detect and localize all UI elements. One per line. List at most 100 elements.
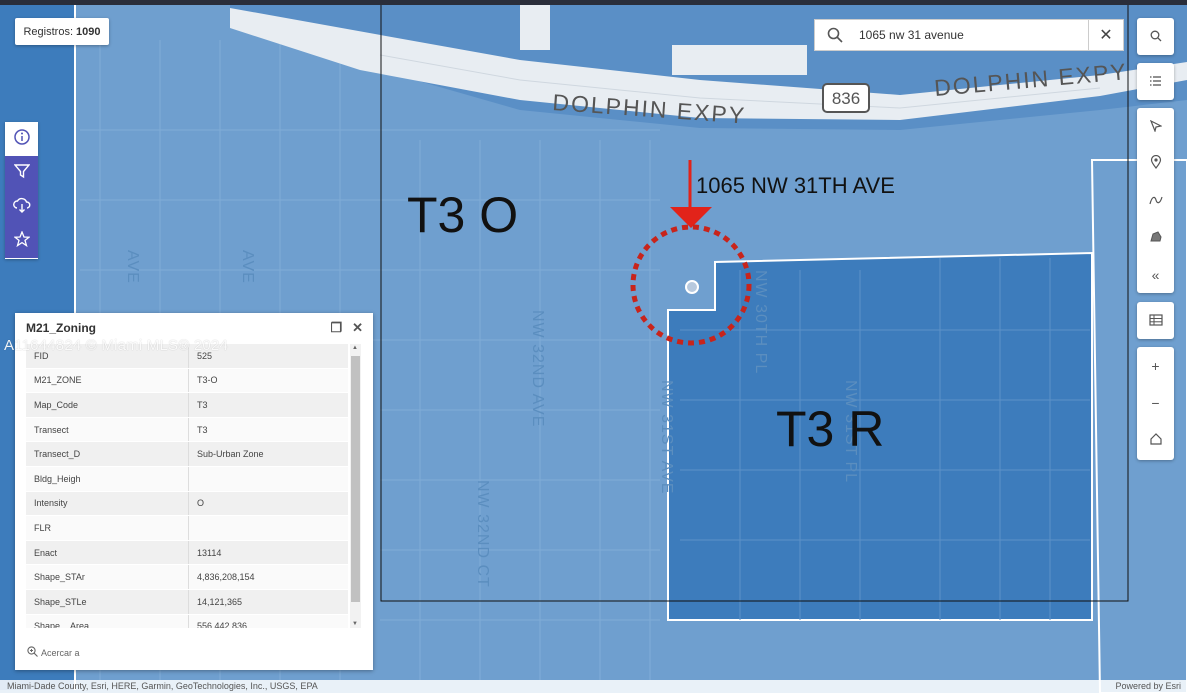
close-icon[interactable]: ✕ xyxy=(352,320,363,336)
zoom-to-label: Acercar a xyxy=(41,647,80,658)
popup-title: M21_Zoning xyxy=(26,321,97,335)
right-toolbar-table xyxy=(1137,302,1174,339)
field-name: Shape_STLe xyxy=(26,589,189,614)
top-bar xyxy=(0,0,1187,5)
info-button[interactable] xyxy=(5,122,38,156)
street-label: NW 31ST AVE xyxy=(658,380,675,494)
zoom-in-icon xyxy=(27,646,38,659)
location-marker[interactable] xyxy=(685,280,699,294)
table-row: Map_Code T3 xyxy=(26,393,348,418)
table-row: M21_ZONE T3-O xyxy=(26,368,348,394)
street-label: NW 30TH PL xyxy=(752,270,769,374)
field-value: 14,121,365 xyxy=(197,596,243,607)
minus-icon: − xyxy=(1151,394,1160,411)
filter-icon xyxy=(12,163,31,184)
attribute-table: FID 525 M21_ZONE T3-O Map_Code T3 Transect T… xyxy=(26,344,348,628)
zone-label-right: T3 R xyxy=(776,401,885,457)
collapse-icon: « xyxy=(1151,266,1160,283)
search-input[interactable] xyxy=(855,21,1088,49)
field-name: Transect xyxy=(26,417,189,442)
field-name: Shape__Area xyxy=(26,614,189,628)
search-icon xyxy=(815,20,855,50)
street-label: NW 32ND CT xyxy=(474,480,491,588)
feature-popup: M21_Zoning ❐ ✕ FID 525 M21_ZONE T3-O Map_C… xyxy=(15,313,373,670)
navigate-button[interactable] xyxy=(1137,108,1174,145)
road-shield-text: 836 xyxy=(832,89,860,108)
navigate-icon xyxy=(1149,119,1163,135)
right-toolbar-zoom: + − xyxy=(1137,347,1174,460)
right-toolbar-tools: « xyxy=(1137,108,1174,293)
plus-icon: + xyxy=(1151,357,1160,374)
field-value xyxy=(189,467,348,491)
left-toolbar xyxy=(5,122,38,259)
records-counter: Registros: 1090 xyxy=(15,18,109,45)
search-box[interactable]: ✕ xyxy=(814,19,1124,51)
field-name: Enact xyxy=(26,540,189,565)
table-row: FLR xyxy=(26,516,348,541)
layer-list-button[interactable] xyxy=(1137,63,1174,100)
field-value: 4,836,208,154 xyxy=(197,572,255,583)
table-row: Enact 13114 xyxy=(26,540,348,566)
collapse-button[interactable]: « xyxy=(1137,256,1174,293)
table-icon xyxy=(1148,313,1163,329)
pin-icon xyxy=(1150,154,1162,172)
field-value: T3 xyxy=(197,399,208,410)
table-row: Intensity O xyxy=(26,491,348,517)
table-row: Transect T3 xyxy=(26,417,348,443)
measure-button[interactable] xyxy=(1137,182,1174,219)
field-value: 556,442,836 xyxy=(197,621,248,628)
field-name: FLR xyxy=(26,516,189,540)
table-row: Bldg_Heigh xyxy=(26,466,348,492)
table-row: Transect_D Sub-Urban Zone xyxy=(26,442,348,467)
scroll-up-icon[interactable]: ▲ xyxy=(352,345,358,351)
right-toolbar-search xyxy=(1137,18,1174,55)
attribution-bar: Miami-Dade County, Esri, HERE, Garmin, G… xyxy=(0,680,1187,693)
table-button[interactable] xyxy=(1137,302,1174,339)
powered-by-text[interactable]: Powered by Esri xyxy=(1115,681,1181,691)
filter-button[interactable] xyxy=(5,156,38,190)
search-icon xyxy=(1150,29,1162,45)
home-button[interactable] xyxy=(1137,421,1174,458)
address-annotation: 1065 NW 31TH AVE xyxy=(696,173,895,198)
field-name: M21_ZONE xyxy=(26,368,189,393)
pin-button[interactable] xyxy=(1137,145,1174,182)
field-value: O xyxy=(197,498,205,509)
shape-button[interactable] xyxy=(1137,219,1174,256)
watermark: A11644824 © Miami MLS® 2024 xyxy=(4,337,229,354)
records-count: 1090 xyxy=(76,25,101,38)
field-value xyxy=(189,516,348,540)
download-button[interactable] xyxy=(5,190,38,224)
home-icon xyxy=(1149,432,1162,448)
dock-icon[interactable]: ❐ xyxy=(330,320,342,336)
search-tool-button[interactable] xyxy=(1137,18,1174,55)
street-label: AVE xyxy=(124,250,141,284)
field-name: Transect_D xyxy=(26,442,189,466)
popup-scrollbar[interactable]: ▲ ▼ xyxy=(350,344,361,628)
field-value: Sub-Urban Zone xyxy=(197,449,264,460)
table-row: Shape_STLe 14,121,365 xyxy=(26,589,348,615)
field-value: 13114 xyxy=(197,547,222,558)
close-icon[interactable]: ✕ xyxy=(1088,20,1123,50)
scroll-thumb[interactable] xyxy=(351,356,360,602)
scroll-down-icon[interactable]: ▼ xyxy=(352,621,358,627)
zoom-in-button[interactable]: + xyxy=(1137,347,1174,384)
field-name: Shape_STAr xyxy=(26,565,189,589)
field-value: T3 xyxy=(197,424,208,435)
info-icon xyxy=(13,128,30,150)
shape-icon xyxy=(1149,230,1163,246)
zoom-out-button[interactable]: − xyxy=(1137,384,1174,421)
table-row: Shape_STAr 4,836,208,154 xyxy=(26,565,348,590)
records-label: Registros: xyxy=(23,25,74,38)
field-name: Map_Code xyxy=(26,393,189,417)
list-icon xyxy=(1149,74,1162,90)
cloud-download-icon xyxy=(12,197,31,218)
street-label: AVE xyxy=(239,250,256,284)
field-value: T3-O xyxy=(197,375,218,386)
favorite-button[interactable] xyxy=(5,224,38,258)
table-row: Shape__Area 556,442,836 xyxy=(26,614,348,628)
street-label: NW 32ND AVE xyxy=(529,310,546,427)
attribution-text: Miami-Dade County, Esri, HERE, Garmin, G… xyxy=(7,681,318,691)
zoom-to-link[interactable]: Acercar a xyxy=(27,646,80,659)
zone-label-left: T3 O xyxy=(407,187,519,243)
field-name: Bldg_Heigh xyxy=(26,466,189,491)
